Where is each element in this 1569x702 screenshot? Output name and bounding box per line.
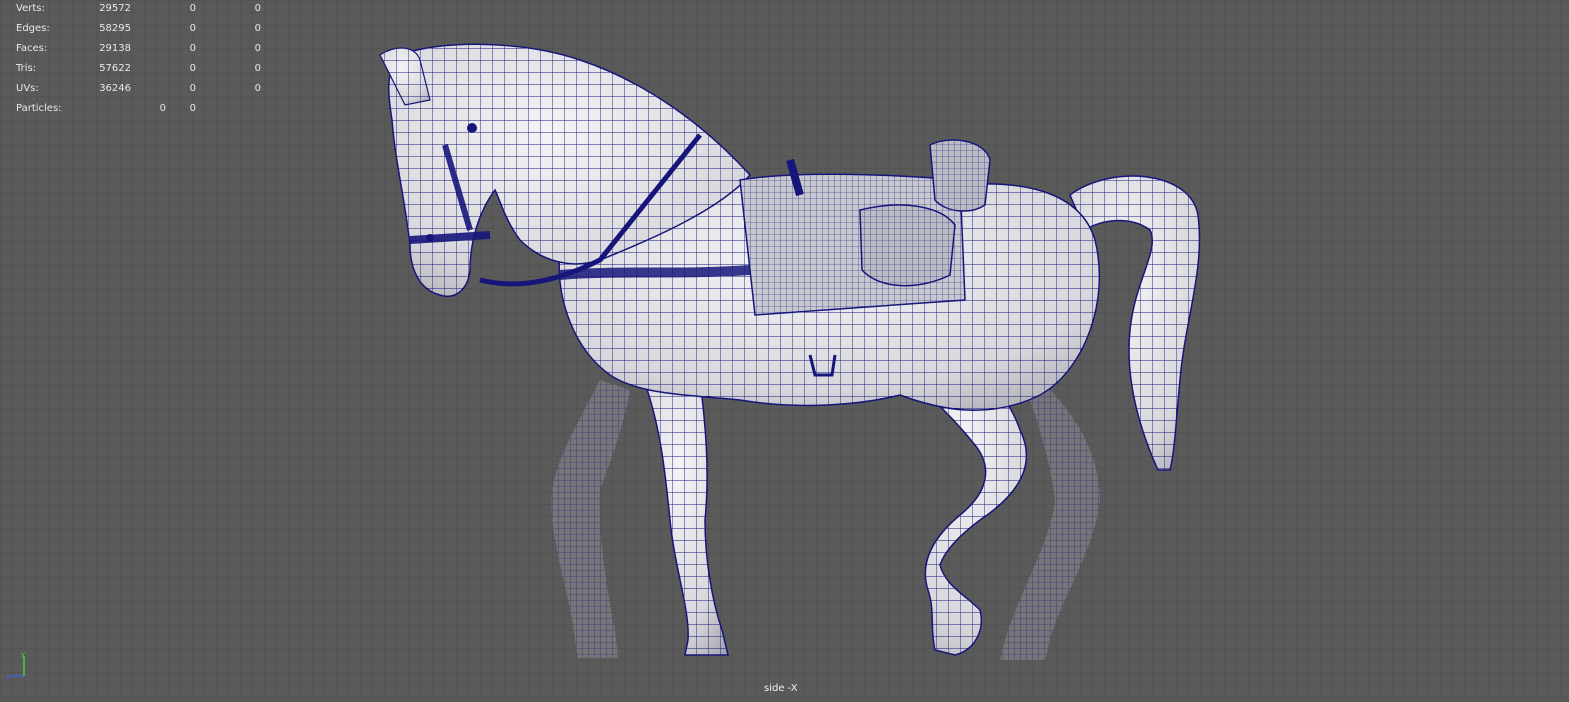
svg-text:z: z: [6, 673, 10, 681]
hud-value-component: 0: [254, 83, 261, 94]
camera-view-label: side -X: [764, 683, 798, 694]
hud-value-component: 0: [254, 3, 261, 14]
hud-row-particles: Particles: 0 0: [0, 100, 300, 120]
view-axis-gizmo-icon: y z: [6, 652, 25, 681]
near-front-leg: [638, 369, 729, 656]
hud-value-component: 0: [254, 23, 261, 34]
hud-row-uvs: UVs: 36246 0 0: [0, 80, 300, 100]
hud-value-selected: 0: [189, 103, 196, 114]
hud-row-faces: Faces: 29138 0 0: [0, 40, 300, 60]
hud-row-tris: Tris: 57622 0 0: [0, 60, 300, 80]
svg-text:y: y: [21, 652, 25, 658]
hud-row-edges: Edges: 58295 0 0: [0, 20, 300, 40]
hud-value-component: 0: [254, 63, 261, 74]
hud-row-verts: Verts: 29572 0 0: [0, 0, 300, 20]
hud-value-component: 0: [254, 43, 261, 54]
